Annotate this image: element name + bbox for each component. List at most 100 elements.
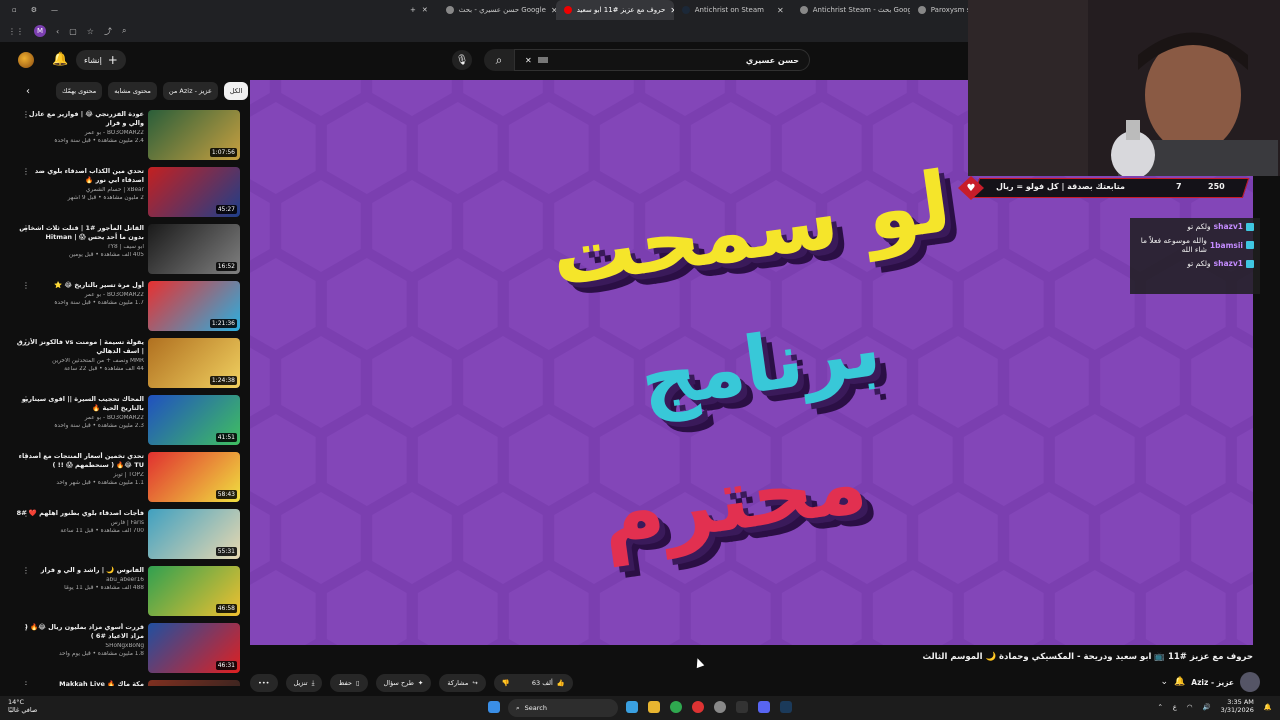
- recommendation-item[interactable]: ⋮ يقولة تسيمة | مومنت vs فالكونز الأزرق |…: [0, 334, 245, 390]
- recommendation-item[interactable]: ⋮ المحاك تحجيب السيرة || اقوى سيناريو بال…: [0, 391, 245, 447]
- close-tab-icon[interactable]: ✕: [422, 6, 428, 14]
- recommendation-title[interactable]: تحدي مين الكذاب اصدقاء بلوي ضد اصدقاء اب…: [14, 167, 144, 185]
- back-icon[interactable]: ‹: [56, 27, 59, 36]
- chip-for-you[interactable]: محتوى يهمّك: [56, 82, 103, 100]
- recommendation-title[interactable]: يقولة تسيمة | مومنت vs فالكونز الأزرق | …: [14, 338, 144, 356]
- recommendation-channel[interactable]: أبو سيف | rY8: [14, 244, 144, 250]
- mic-icon[interactable]: 🎙: [452, 50, 472, 70]
- channel-name[interactable]: Aziz - عزيز: [1191, 678, 1234, 687]
- recommendation-thumbnail[interactable]: 41:51: [148, 395, 240, 445]
- recommendation-thumbnail[interactable]: [148, 680, 240, 686]
- wifi-icon[interactable]: ◠: [1187, 703, 1193, 711]
- recommendation-thumbnail[interactable]: 58:43: [148, 452, 240, 502]
- recommendation-item[interactable]: ⋮ القاتل المأجور #1 | قتلت ثلاث اشخاص بدو…: [0, 220, 245, 276]
- bell-icon[interactable]: 🔔: [52, 52, 68, 67]
- profile-avatar[interactable]: M: [34, 25, 46, 37]
- recommendation-item[interactable]: ⋮ قررت أسوي مزاد بمليون ريال 😂🔥 ( مزاد ال…: [0, 619, 245, 675]
- folder-icon[interactable]: [648, 701, 660, 713]
- recommendation-channel[interactable]: Faris | فارس: [14, 520, 144, 526]
- recommendation-item[interactable]: ⋮ الفانوس 🌙 | راشد و الي و فراز abu_abeer1…: [0, 562, 245, 618]
- close-icon[interactable]: ✕: [777, 6, 784, 15]
- weather-widget[interactable]: 14°C صافي غالبًا: [8, 698, 37, 715]
- tab-antichrist-search[interactable]: Antichrist Steam - بحث Google✕: [792, 0, 910, 20]
- recommendation-thumbnail[interactable]: 16:52: [148, 224, 240, 274]
- search-button[interactable]: ⌕: [484, 49, 514, 71]
- tab-google-search[interactable]: حسن عسيري - بحث Google ✕: [438, 0, 556, 20]
- dislike-icon[interactable]: 👎: [502, 679, 510, 687]
- chrome-icon[interactable]: [670, 701, 682, 713]
- recommendation-item[interactable]: ⋮ فأجات اصدقاء بلوي بطنور اهلهم ❤️ #8 Fari…: [0, 505, 245, 561]
- windows-start-icon[interactable]: [488, 701, 500, 713]
- recommendation-item[interactable]: ⋮ أول مرة تسير بالتاريخ 😂 ⭐ BO3OMAR22 - بو…: [0, 277, 245, 333]
- recommendation-title[interactable]: الفانوس 🌙 | راشد و الي و فراز: [14, 566, 144, 575]
- download-button[interactable]: تنزيل ⤓: [285, 674, 323, 692]
- share-icon[interactable]: ⤴: [104, 26, 112, 37]
- like-icon[interactable]: 👍: [557, 679, 565, 687]
- recommendation-thumbnail[interactable]: 55:31: [148, 509, 240, 559]
- tabs-icon[interactable]: ▢: [69, 27, 77, 36]
- chip-from-aziz[interactable]: من Aziz - عزيز: [162, 82, 218, 100]
- like-dislike-button[interactable]: 👎 63 ألف 👍: [493, 674, 573, 692]
- chevron-up-icon[interactable]: ⌃: [1157, 703, 1162, 711]
- chip-all[interactable]: الكل: [223, 82, 249, 100]
- create-button[interactable]: إنشاء +: [76, 50, 126, 70]
- recommendation-item[interactable]: ⋮ عودة الفزرنجي 😂 | فوازير مع عادل والي و…: [0, 106, 245, 162]
- taskbar-search[interactable]: ⌕ Search: [508, 699, 618, 717]
- chrome-profile-icon[interactable]: [692, 701, 704, 713]
- language-indicator[interactable]: ع: [1173, 703, 1177, 711]
- recommendation-title[interactable]: أول مرة تسير بالتاريخ 😂 ⭐: [14, 281, 144, 290]
- recommendation-title[interactable]: القاتل المأجور #1 | قتلت ثلاث اشخاص بدون…: [14, 224, 144, 242]
- recommendation-channel[interactable]: BO3OMAR22 - بو عمر: [14, 292, 144, 298]
- recommendation-channel[interactable]: xBear | حسام الشمري: [14, 187, 144, 193]
- chevron-down-icon[interactable]: ⌄: [1161, 677, 1169, 687]
- recommendation-channel[interactable]: BO3OMAR22 - بو عمر: [14, 130, 144, 136]
- steam-icon[interactable]: [780, 701, 792, 713]
- channel-avatar[interactable]: [1240, 672, 1260, 692]
- recommendation-thumbnail[interactable]: 46:31: [148, 623, 240, 673]
- search-icon[interactable]: ⌕: [122, 26, 126, 36]
- clock[interactable]: 3:35 AM 3/31/2026: [1221, 698, 1254, 715]
- keyboard-icon[interactable]: [537, 57, 548, 63]
- user-avatar[interactable]: [18, 52, 34, 68]
- recommendation-thumbnail[interactable]: 45:27: [148, 167, 240, 217]
- recommendation-title[interactable]: تحدي تخمين أسعار المنتجات مع أصدقاء TU 😂…: [14, 452, 144, 470]
- tab-youtube-video[interactable]: حروف مع عزيز #11 ابو سعيد ✕: [555, 0, 674, 20]
- settings-icon[interactable]: ⚙: [31, 6, 37, 14]
- minimize-icon[interactable]: —: [51, 6, 58, 14]
- recommendation-channel[interactable]: BO3OMAR22 - بو عمر: [14, 415, 144, 421]
- recommendation-thumbnail[interactable]: 1:24:38: [148, 338, 240, 388]
- recommendation-item[interactable]: ⋮ تحدي مين الكذاب اصدقاء بلوي ضد اصدقاء ا…: [0, 163, 245, 219]
- recommendation-item[interactable]: ⋮ تحدي تخمين أسعار المنتجات مع أصدقاء TU …: [0, 448, 245, 504]
- recommendation-title[interactable]: فأجات اصدقاء بلوي بطنور اهلهم ❤️ #8: [14, 509, 144, 518]
- recommendation-thumbnail[interactable]: 1:21:36: [148, 281, 240, 331]
- copilot-icon[interactable]: [626, 701, 638, 713]
- volume-icon[interactable]: 🔊: [1202, 703, 1210, 711]
- recommendation-channel[interactable]: TOPZ | توبز: [14, 472, 144, 478]
- recommendation-channel[interactable]: abu_abeer16: [14, 577, 144, 583]
- more-button[interactable]: •••: [250, 674, 278, 692]
- search-input[interactable]: ✕ حسن عسيري: [514, 49, 810, 71]
- discord-icon[interactable]: [758, 701, 770, 713]
- save-button[interactable]: حفظ ▯: [330, 674, 368, 692]
- recommendation-title[interactable]: عودة الفزرنجي 😂 | فوازير مع عادل والي و …: [14, 110, 144, 128]
- clear-icon[interactable]: ✕: [525, 56, 532, 65]
- new-tab-button[interactable]: +: [410, 6, 416, 14]
- bookmark-star-icon[interactable]: ☆: [87, 27, 94, 36]
- recommendation-title[interactable]: المحاك تحجيب السيرة || اقوى سيناريو بالت…: [14, 395, 144, 413]
- recommendation-channel[interactable]: MMR ونصف + من المتحدثين الأخرين: [14, 358, 144, 364]
- recommendation-title[interactable]: قررت أسوي مزاد بمليون ريال 😂🔥 ( مزاد الا…: [14, 623, 144, 641]
- recommendation-thumbnail[interactable]: 46:58: [148, 566, 240, 616]
- recommendation-title[interactable]: مكة ماك 🔥 Makkah Live: [14, 680, 144, 686]
- grid-icon[interactable]: ⋮⋮: [8, 27, 24, 36]
- chip-related[interactable]: محتوى مشابه: [108, 82, 157, 100]
- bell-icon[interactable]: 🔔: [1174, 677, 1185, 687]
- share-button[interactable]: مشاركة ↪: [439, 674, 486, 692]
- obs-icon[interactable]: [714, 701, 726, 713]
- recommendation-thumbnail[interactable]: 1:07:56: [148, 110, 240, 160]
- notification-icon[interactable]: 🔔: [1264, 703, 1272, 711]
- tab-steam[interactable]: Antichrist on Steam ✕: [674, 0, 792, 20]
- recommendation-item[interactable]: ⋮ مكة ماك 🔥 Makkah Live: [0, 676, 245, 686]
- menu-icon[interactable]: ▫: [12, 6, 17, 14]
- terminal-icon[interactable]: [736, 701, 748, 713]
- recommendation-channel[interactable]: SHoNgxBoNg: [14, 643, 144, 649]
